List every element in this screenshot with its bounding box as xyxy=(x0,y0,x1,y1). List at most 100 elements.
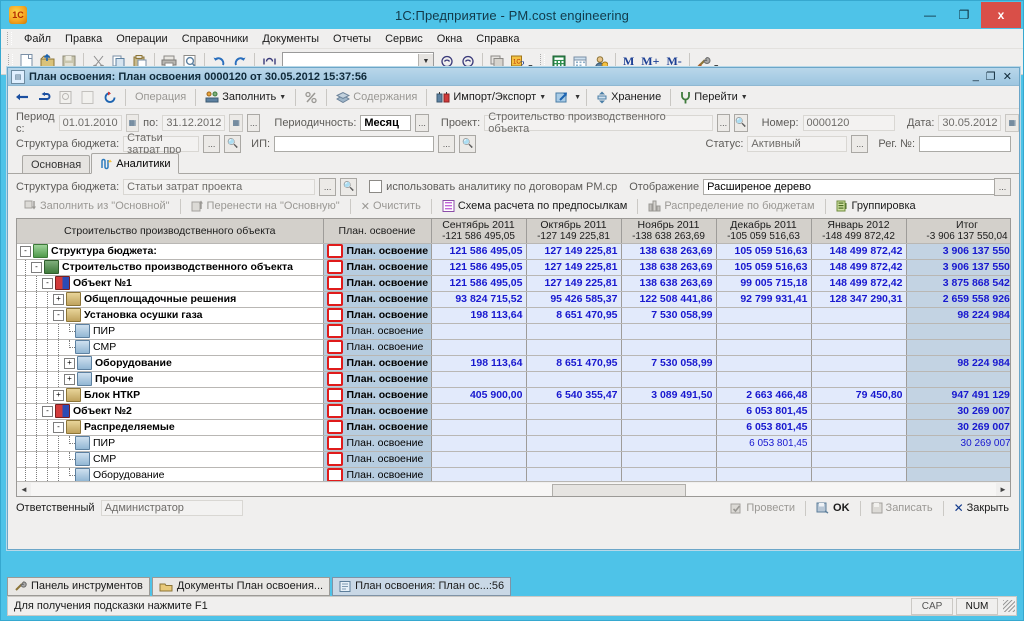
value-cell[interactable] xyxy=(811,307,907,324)
tree-cell[interactable]: ПИР xyxy=(17,435,324,452)
table-row[interactable]: - Объект №2 План. освоение 6 053 801,45 30 2… xyxy=(17,403,1010,420)
status-select-button[interactable]: ... xyxy=(851,134,869,153)
tree-cell[interactable]: - Установка осушки газа xyxy=(17,307,324,324)
value-cell[interactable] xyxy=(811,355,907,372)
col-header-month-4[interactable]: Январь 2012 -148 499 872,42 xyxy=(811,219,907,244)
col-header-month-2[interactable]: Ноябрь 2011 -138 638 263,69 xyxy=(621,219,717,244)
total-cell[interactable]: 30 269 007,25 xyxy=(906,435,1010,452)
period-from-input[interactable]: 01.01.2010 xyxy=(58,114,122,131)
doc-close-button[interactable]: ✕ xyxy=(1003,70,1012,83)
value-cell[interactable]: 93 824 715,52 xyxy=(431,291,527,308)
scroll-thumb[interactable] xyxy=(552,483,687,496)
expand-toggle-icon[interactable]: + xyxy=(64,357,75,369)
fill-button[interactable]: Заполнить ▼ xyxy=(201,87,290,108)
project-select-button[interactable]: ... xyxy=(716,113,731,132)
percent-icon[interactable] xyxy=(301,87,321,107)
collapse-toggle-icon[interactable]: - xyxy=(53,309,64,321)
doc-minimize-button[interactable]: _ xyxy=(973,70,979,83)
col-header-month-0[interactable]: Сентябрь 2011 -121 586 495,05 xyxy=(431,219,527,244)
operation-button[interactable]: Операция xyxy=(131,87,190,108)
ip-select-button[interactable]: ... xyxy=(438,134,456,153)
value-cell[interactable] xyxy=(716,355,812,372)
print-doc-icon[interactable] xyxy=(56,87,76,107)
tree-cell[interactable]: + Блок НТКР xyxy=(17,387,324,404)
tree-cell[interactable]: - Распределяемые xyxy=(17,419,324,436)
indicator-cell[interactable]: План. освоение xyxy=(323,451,432,468)
tree-cell[interactable]: - Объект №2 xyxy=(17,403,324,420)
table-row[interactable]: - Распределяемые План. освоение 6 053 801,4… xyxy=(17,419,1010,436)
menu-service[interactable]: Сервис xyxy=(378,32,430,46)
indicator-cell[interactable]: План. освоение xyxy=(323,259,432,276)
col-header-month-1[interactable]: Октябрь 2011 -127 149 225,81 xyxy=(526,219,622,244)
table-row[interactable]: + Оборудование План. освоение 198 113,64 8 6… xyxy=(17,355,1010,372)
value-cell[interactable]: 198 113,64 xyxy=(431,355,527,372)
value-cell[interactable] xyxy=(431,339,527,356)
reg-input[interactable] xyxy=(919,135,1011,152)
menubar-grip[interactable] xyxy=(7,32,12,45)
value-cell[interactable]: 6 540 355,47 xyxy=(526,387,622,404)
value-cell[interactable]: 92 799 931,41 xyxy=(716,291,812,308)
ok-button[interactable]: OK xyxy=(812,498,854,519)
value-cell[interactable] xyxy=(431,403,527,420)
indicator-cell[interactable]: План. освоение xyxy=(323,387,432,404)
grid-horizontal-scrollbar[interactable]: ◄ ► xyxy=(17,481,1010,496)
tree-cell[interactable]: ПИР xyxy=(17,323,324,340)
value-cell[interactable]: 8 651 470,95 xyxy=(526,355,622,372)
display-select-button[interactable]: ... xyxy=(994,177,1011,196)
periodicity-select-button[interactable]: ... xyxy=(415,113,429,132)
indicator-cell[interactable]: План. освоение xyxy=(323,419,432,436)
value-cell[interactable]: 148 499 872,42 xyxy=(811,243,907,260)
ip-search-icon[interactable]: 🔍 xyxy=(459,134,477,153)
value-cell[interactable] xyxy=(621,371,717,388)
value-cell[interactable]: 405 900,00 xyxy=(431,387,527,404)
budget-structure-input[interactable]: Статьи затрат про xyxy=(123,132,200,156)
collapse-toggle-icon[interactable]: - xyxy=(42,277,53,289)
indicator-cell[interactable]: План. освоение xyxy=(323,435,432,452)
value-cell[interactable] xyxy=(811,419,907,436)
project-input[interactable]: Строительство производственного объекта xyxy=(484,111,713,135)
tree-cell[interactable]: - Структура бюджета: xyxy=(17,243,324,260)
scroll-right-icon[interactable]: ► xyxy=(996,482,1010,496)
total-cell[interactable] xyxy=(906,451,1010,468)
value-cell[interactable] xyxy=(431,451,527,468)
value-cell[interactable]: 105 059 516,63 xyxy=(716,243,812,260)
total-cell[interactable]: 30 269 007,25 xyxy=(906,419,1010,436)
menu-edit[interactable]: Правка xyxy=(58,32,109,46)
value-cell[interactable] xyxy=(811,323,907,340)
total-cell[interactable]: 98 224 984,78 xyxy=(906,307,1010,324)
table-row[interactable]: + Блок НТКР План. освоение 405 900,00 6 540 … xyxy=(17,387,1010,404)
taskbar-item-tools[interactable]: Панель инструментов xyxy=(7,576,150,596)
collapse-toggle-icon[interactable]: - xyxy=(53,421,64,433)
budget-structure-search-icon[interactable]: 🔍 xyxy=(224,134,242,153)
value-cell[interactable] xyxy=(811,435,907,452)
value-cell[interactable] xyxy=(811,371,907,388)
back-arrow-icon[interactable] xyxy=(12,87,32,107)
value-cell[interactable] xyxy=(716,371,812,388)
table-row[interactable]: - Установка осушки газа План. освоение 198 … xyxy=(17,307,1010,324)
value-cell[interactable]: 138 638 263,69 xyxy=(621,259,717,276)
grouping-button[interactable]: Группировка xyxy=(832,196,920,217)
menu-reports[interactable]: Отчеты xyxy=(326,32,378,46)
value-cell[interactable] xyxy=(526,419,622,436)
table-row[interactable]: ПИР План. освоение xyxy=(17,323,1010,340)
value-cell[interactable]: 2 663 466,48 xyxy=(716,387,812,404)
value-cell[interactable] xyxy=(621,403,717,420)
collapse-toggle-icon[interactable]: - xyxy=(20,245,31,257)
table-row[interactable]: ПИР План. освоение 6 053 801,45 30 269 007,… xyxy=(17,435,1010,452)
value-cell[interactable]: 121 586 495,05 xyxy=(431,275,527,292)
periodicity-input[interactable]: Месяц xyxy=(360,114,412,131)
chevron-down-icon[interactable]: ▼ xyxy=(741,94,748,101)
post-button[interactable]: Провести xyxy=(726,498,799,519)
value-cell[interactable]: 148 499 872,42 xyxy=(811,259,907,276)
indicator-cell[interactable]: План. освоение xyxy=(323,291,432,308)
table-row[interactable]: СМР План. освоение xyxy=(17,451,1010,468)
value-cell[interactable] xyxy=(716,307,812,324)
calendar-icon[interactable]: ▦ xyxy=(125,113,140,132)
calendar-icon[interactable]: ▦ xyxy=(229,113,243,132)
value-cell[interactable]: 121 586 495,05 xyxy=(431,243,527,260)
tree-cell[interactable]: + Прочие xyxy=(17,371,324,388)
refresh-icon[interactable] xyxy=(100,87,120,107)
value-cell[interactable]: 105 059 516,63 xyxy=(716,259,812,276)
expand-toggle-icon[interactable]: + xyxy=(64,373,75,385)
import-export-button[interactable]: Импорт/Экспорт ▼ xyxy=(432,87,550,108)
